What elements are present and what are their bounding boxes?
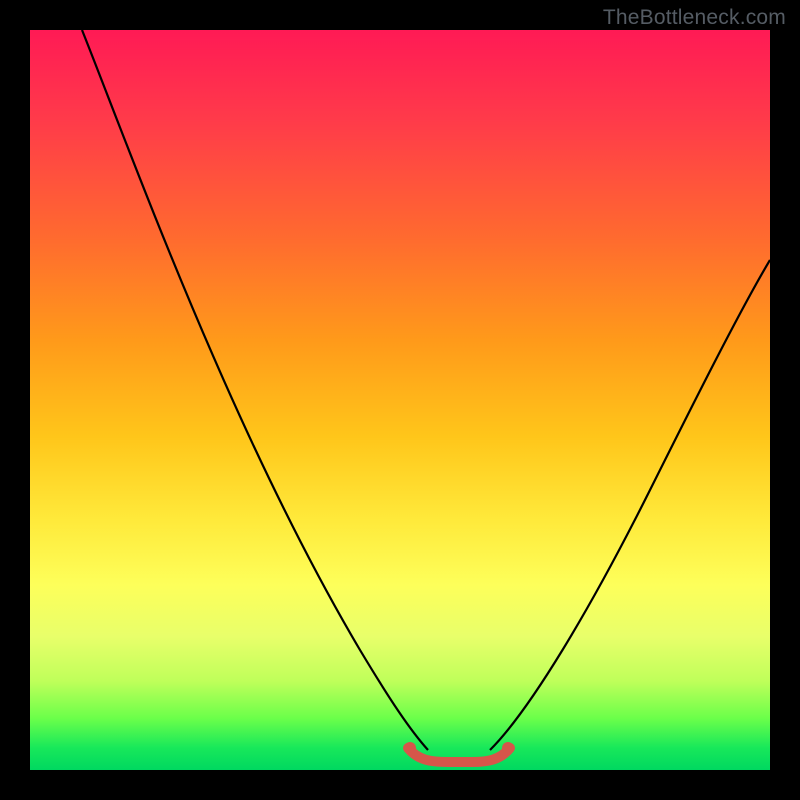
watermark-text: TheBottleneck.com [603, 6, 786, 30]
chart-frame: TheBottleneck.com [0, 0, 800, 800]
plot-area [30, 30, 770, 770]
trough-path [408, 748, 510, 762]
trough-left-bump [404, 742, 416, 754]
left-branch-path [82, 30, 428, 750]
trough-right-bump [502, 742, 514, 754]
chart-svg [30, 30, 770, 770]
right-branch-path [490, 260, 770, 750]
